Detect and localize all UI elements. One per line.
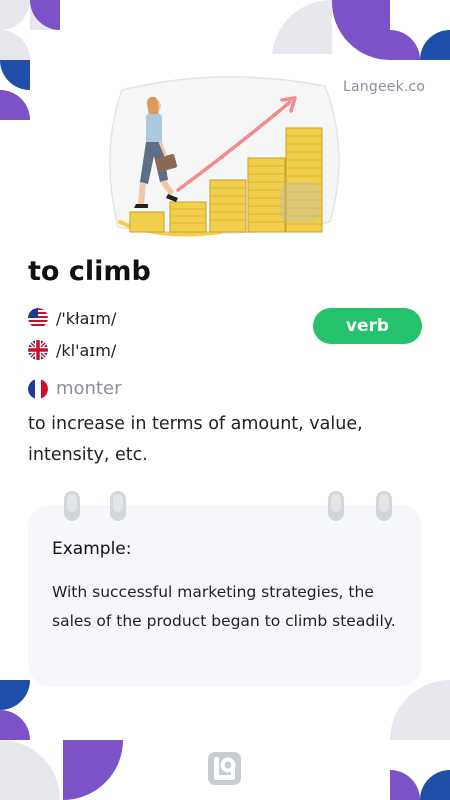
corner-decoration-top-left (0, 0, 60, 120)
climbing-growth-illustration (109, 76, 340, 237)
france-flag-icon (28, 378, 48, 399)
uk-flag-icon (28, 340, 48, 360)
word-title: to climb (28, 256, 151, 287)
pronunciation-us[interactable]: /'kłaɪm/ (28, 308, 116, 328)
us-flag-icon (28, 308, 48, 328)
corner-decoration-bottom-right (390, 680, 450, 800)
binder-ring (376, 491, 392, 521)
definition-text: to increase in terms of amount, value, i… (28, 414, 363, 465)
brand-label: Langeek.co (343, 79, 426, 95)
translation-row: monter (28, 378, 122, 399)
langeek-logo-icon (208, 752, 241, 785)
corner-decoration-top-right (272, 0, 450, 60)
ipa-us: /'kłaɪm/ (56, 308, 117, 328)
part-of-speech-badge: verb (313, 308, 422, 344)
binder-ring (110, 491, 126, 521)
pronunciation-uk[interactable]: /kl'aɪm/ (28, 340, 116, 360)
corner-decoration-bottom-left (0, 680, 123, 800)
translation-text: monter (56, 378, 122, 399)
ipa-uk: /kl'aɪm/ (56, 340, 117, 360)
example-title: Example: (52, 539, 132, 559)
example-sentence: With successful marketing strategies, th… (52, 583, 396, 630)
binder-ring (64, 491, 80, 521)
binder-ring (328, 491, 344, 521)
